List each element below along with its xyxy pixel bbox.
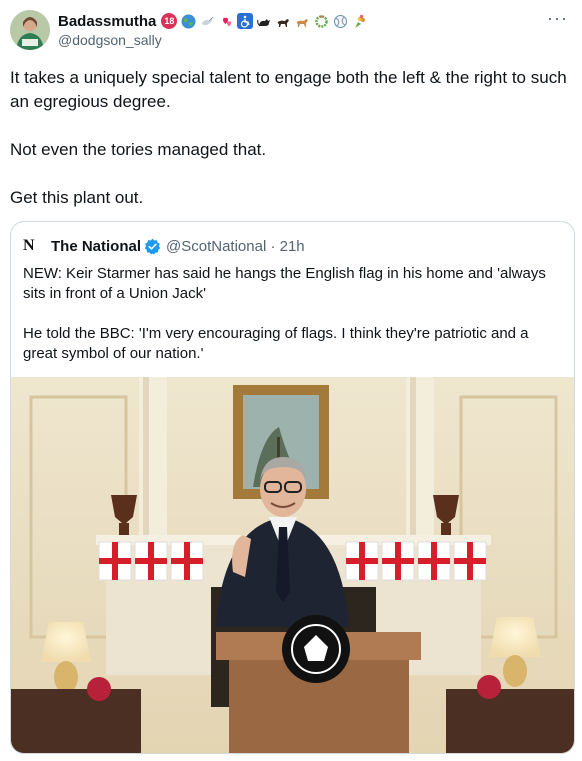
quoted-text: NEW: Keir Starmer has said he hangs the …: [23, 264, 563, 364]
author-name-line: Badassmutha 18: [58, 11, 367, 31]
tweet-text: It takes a uniquely special talent to en…: [10, 66, 578, 210]
quoted-tweet[interactable]: N The National @ScotNational · 21h NEW: …: [10, 221, 575, 754]
quoted-display-name[interactable]: The National: [51, 238, 141, 255]
quoted-header: N The National @ScotNational · 21h: [23, 236, 305, 256]
the-national-logo-icon: N: [23, 237, 35, 254]
18-icon: 18: [161, 13, 178, 29]
tweet: Badassmutha 18 @dodgson_sally ··· It tak…: [0, 0, 582, 761]
bouquet-icon: [351, 13, 367, 29]
tweet-paragraph: It takes a uniquely special talent to en…: [10, 68, 567, 111]
wheelchair-icon: [237, 13, 254, 29]
dog-icon: [275, 13, 291, 29]
tweet-paragraph: Get this plant out.: [10, 188, 144, 207]
avatar-photo-icon: [10, 10, 50, 50]
tweet-paragraph: Not even the tories managed that.: [10, 140, 267, 159]
globe-icon: [180, 13, 196, 29]
author-handle[interactable]: @dodgson_sally: [58, 32, 162, 48]
dog2-icon: [294, 13, 310, 29]
black-cat-icon: [256, 13, 272, 29]
quoted-paragraph: He told the BBC: 'I'm very encouraging o…: [23, 325, 529, 362]
verified-badge-icon: [144, 238, 161, 255]
more-options-button[interactable]: ···: [547, 8, 568, 29]
hearts-icon: [218, 13, 234, 29]
quoted-photo[interactable]: [11, 377, 575, 754]
avatar[interactable]: [10, 10, 50, 50]
dove-icon: [199, 13, 215, 29]
quoted-paragraph: NEW: Keir Starmer has said he hangs the …: [23, 265, 546, 302]
wreath-icon: [313, 13, 329, 29]
author-display-name[interactable]: Badassmutha: [58, 13, 156, 30]
quoted-handle-time[interactable]: @ScotNational · 21h: [166, 238, 305, 255]
ball-icon: [332, 13, 348, 29]
